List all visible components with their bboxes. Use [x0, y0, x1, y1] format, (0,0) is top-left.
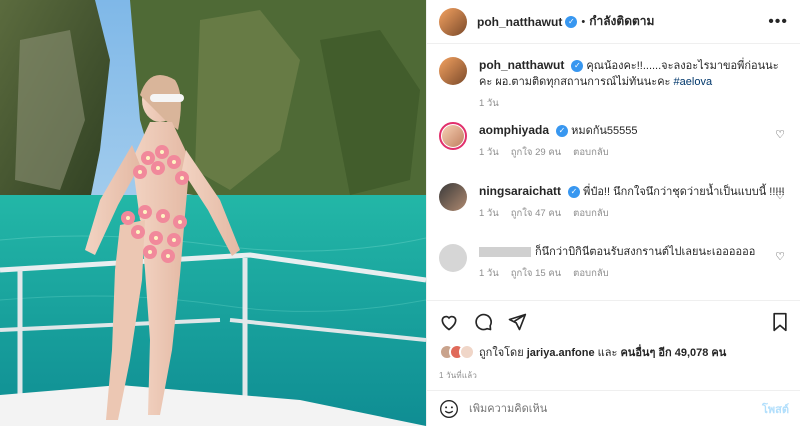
heart-icon[interactable]: ♡ [775, 189, 785, 202]
comment-time: 1 วัน [479, 208, 499, 219]
hashtag-link[interactable]: #aelova [674, 76, 713, 88]
commenter-username[interactable]: ningsaraichatt [479, 184, 561, 198]
comment-text: ก็นึกว่าบิกินีตอนรับสงกรานต์ไปเลยนะเออออ… [535, 246, 756, 258]
comment-time: 1 วัน [479, 268, 499, 279]
verified-icon: ✓ [565, 15, 578, 28]
verified-icon: ✓ [571, 60, 584, 73]
caption-time: 1 วัน [479, 98, 499, 109]
post-header: poh_natthawut ✓ • กำลังติดตาม ••• [427, 0, 800, 44]
verified-icon: ✓ [568, 186, 581, 199]
likes-summary: ถูกใจโดย jariya.anfone และ คนอื่นๆ อีก 4… [439, 343, 789, 361]
reply-button[interactable]: ตอบกลับ [573, 206, 609, 222]
photo-illustration [0, 0, 426, 426]
post-comment-button[interactable]: โพสต์ [762, 400, 789, 418]
post-timestamp: 1 วันที่แล้ว [439, 371, 478, 380]
heart-icon[interactable]: ♡ [775, 250, 785, 263]
reply-button[interactable]: ตอบกลับ [573, 145, 609, 161]
caption-username[interactable]: poh_natthawut [479, 58, 564, 72]
commenter-avatar-blurred[interactable] [439, 244, 467, 272]
add-comment-bar: โพสต์ [427, 390, 800, 426]
emoji-icon[interactable] [439, 399, 459, 419]
caption-avatar[interactable] [439, 57, 467, 85]
comment-item: ningsaraichatt ✓ พี่ป๋อ!! นึกกใจนึกว่าชุด… [439, 183, 789, 222]
heart-icon[interactable]: ♡ [775, 128, 785, 141]
following-button[interactable]: กำลังติดตาม [589, 12, 654, 31]
save-icon[interactable] [771, 312, 789, 332]
comment-item: aomphiyada ✓ หมดกัน55555 1 วัน ถูกใจ 29 ค… [439, 122, 789, 161]
liker-username[interactable]: jariya.anfone [527, 347, 595, 359]
commenter-avatar[interactable] [439, 183, 467, 211]
post-panel: poh_natthawut ✓ • กำลังติดตาม ••• poh_na… [426, 0, 800, 426]
likes-prefix: ถูกใจโดย [479, 347, 524, 359]
author-avatar[interactable] [439, 7, 467, 36]
likes-and: และ [597, 347, 618, 359]
liker-avatar[interactable] [459, 344, 475, 360]
separator-dot: • [581, 15, 586, 28]
caption: poh_natthawut ✓ คุณน้องคะ!!......จะลงอะไร… [439, 57, 789, 112]
comment-time: 1 วัน [479, 147, 499, 158]
comment-likes[interactable]: ถูกใจ 15 คน [511, 266, 561, 282]
comment-icon[interactable] [473, 312, 493, 332]
commenter-avatar[interactable] [439, 122, 467, 150]
comment-text: หมดกัน55555 [571, 125, 638, 137]
author-username[interactable]: poh_natthawut [477, 15, 562, 29]
comment-likes[interactable]: ถูกใจ 29 คน [511, 145, 561, 161]
comment-item: ก็นึกว่าบิกินีตอนรับสงกรานต์ไปเลยนะเออออ… [439, 244, 789, 282]
heart-icon[interactable] [439, 312, 459, 332]
comment-text: พี่ป๋อ!! นึกกใจนึกว่าชุดว่ายน้ำเป็นแบบนี… [583, 186, 785, 198]
verified-icon: ✓ [556, 125, 569, 138]
likes-others-link[interactable]: คนอื่นๆ อีก 49,078 คน [620, 347, 726, 359]
comments-list: poh_natthawut ✓ คุณน้องคะ!!......จะลงอะไร… [427, 45, 800, 300]
post-actions: ถูกใจโดย jariya.anfone และ คนอื่นๆ อีก 4… [427, 300, 800, 382]
post-photo[interactable] [0, 0, 426, 426]
blurred-username [479, 247, 531, 258]
share-icon[interactable] [507, 312, 527, 332]
more-icon[interactable]: ••• [768, 13, 788, 31]
comment-input[interactable] [469, 402, 762, 415]
reply-button[interactable]: ตอบกลับ [573, 266, 609, 282]
comment-likes[interactable]: ถูกใจ 47 คน [511, 206, 561, 222]
commenter-username[interactable]: aomphiyada [479, 123, 549, 137]
